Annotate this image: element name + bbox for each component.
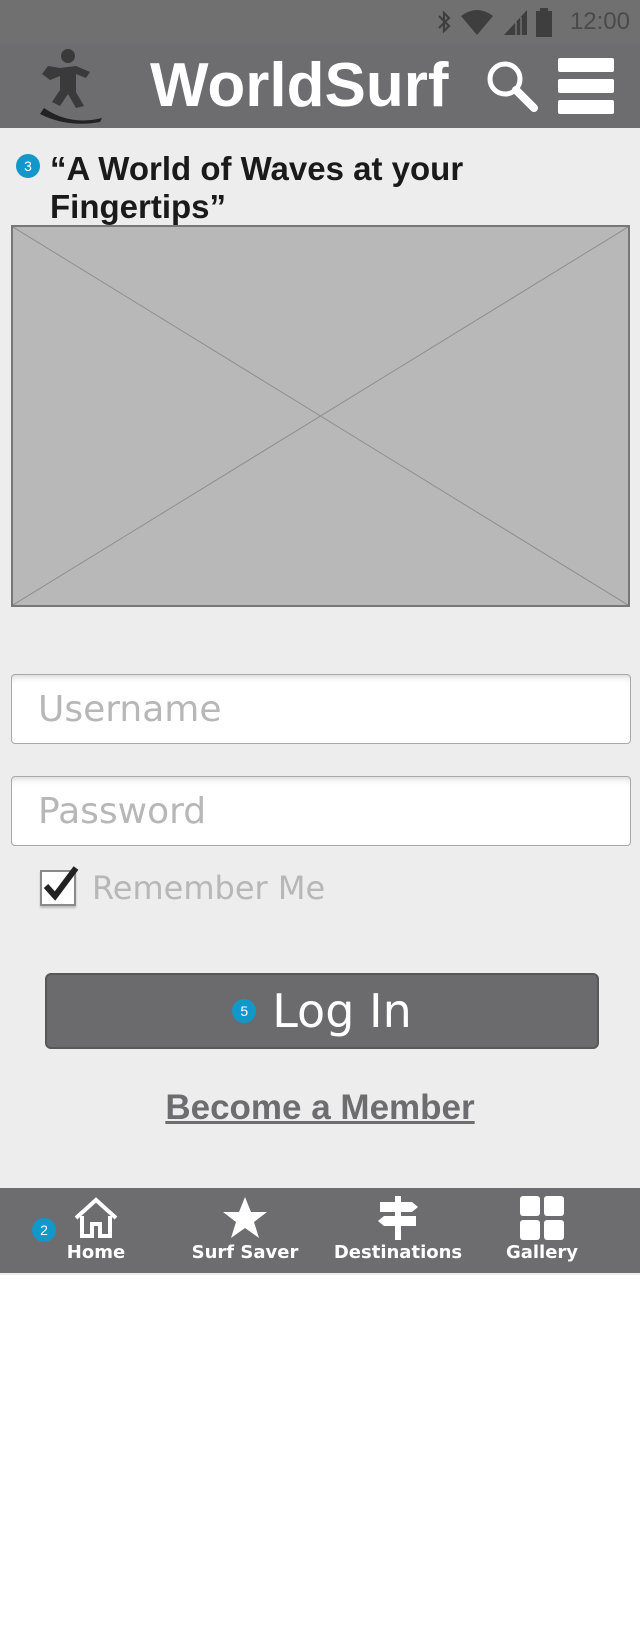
battery-icon [535, 8, 552, 37]
app-header: WorldSurf [0, 44, 640, 128]
signal-icon [503, 10, 527, 35]
status-time: 12:00 [569, 8, 630, 35]
star-icon [223, 1197, 267, 1238]
nav-label: Destinations [333, 1242, 463, 1263]
status-icons: 12:00 [436, 0, 630, 44]
app-title: WorldSurf [150, 51, 449, 120]
remember-me-toggle[interactable]: Remember Me [40, 866, 326, 908]
home-icon [74, 1197, 118, 1238]
annotation-badge-3: 3 [16, 154, 40, 178]
tagline: “A World of Waves at your Fingertips” [50, 150, 464, 225]
username-input[interactable] [11, 674, 631, 744]
search-icon[interactable] [484, 58, 538, 112]
annotation-badge-5: 5 [232, 999, 257, 1023]
nav-label: Surf Saver [191, 1242, 299, 1263]
app-screen: 12:00 WorldSurf 3 “A World of Waves at y… [0, 0, 640, 1275]
bottom-nav: 2 Home Surf Saver Destinations Gallery [0, 1188, 640, 1273]
hamburger-menu-icon[interactable] [558, 58, 614, 114]
wifi-icon [460, 10, 493, 35]
nav-label: Home [66, 1242, 126, 1263]
checkmark-icon [43, 866, 79, 901]
nav-item-gallery[interactable]: Gallery [505, 1188, 579, 1273]
annotation-badge-2: 2 [32, 1218, 56, 1242]
remember-me-label: Remember Me [92, 869, 326, 907]
status-bar: 12:00 [0, 0, 640, 44]
hero-image-placeholder [11, 225, 630, 607]
nav-item-destinations[interactable]: Destinations [334, 1188, 462, 1273]
nav-item-home[interactable]: Home [66, 1188, 126, 1273]
grid-icon [520, 1196, 564, 1240]
become-member-link[interactable]: Become a Member [0, 1088, 640, 1128]
login-button[interactable]: 5 Log In [45, 973, 599, 1049]
bluetooth-icon [438, 10, 451, 34]
placeholder-cross-icon [13, 227, 628, 605]
password-input[interactable] [11, 776, 631, 846]
nav-item-surf-saver[interactable]: Surf Saver [192, 1188, 298, 1273]
surfer-logo-icon [40, 49, 102, 124]
remember-me-checkbox[interactable] [40, 866, 79, 906]
nav-label: Gallery [505, 1242, 579, 1263]
signpost-icon [378, 1196, 418, 1240]
login-button-label: Log In [272, 984, 412, 1038]
